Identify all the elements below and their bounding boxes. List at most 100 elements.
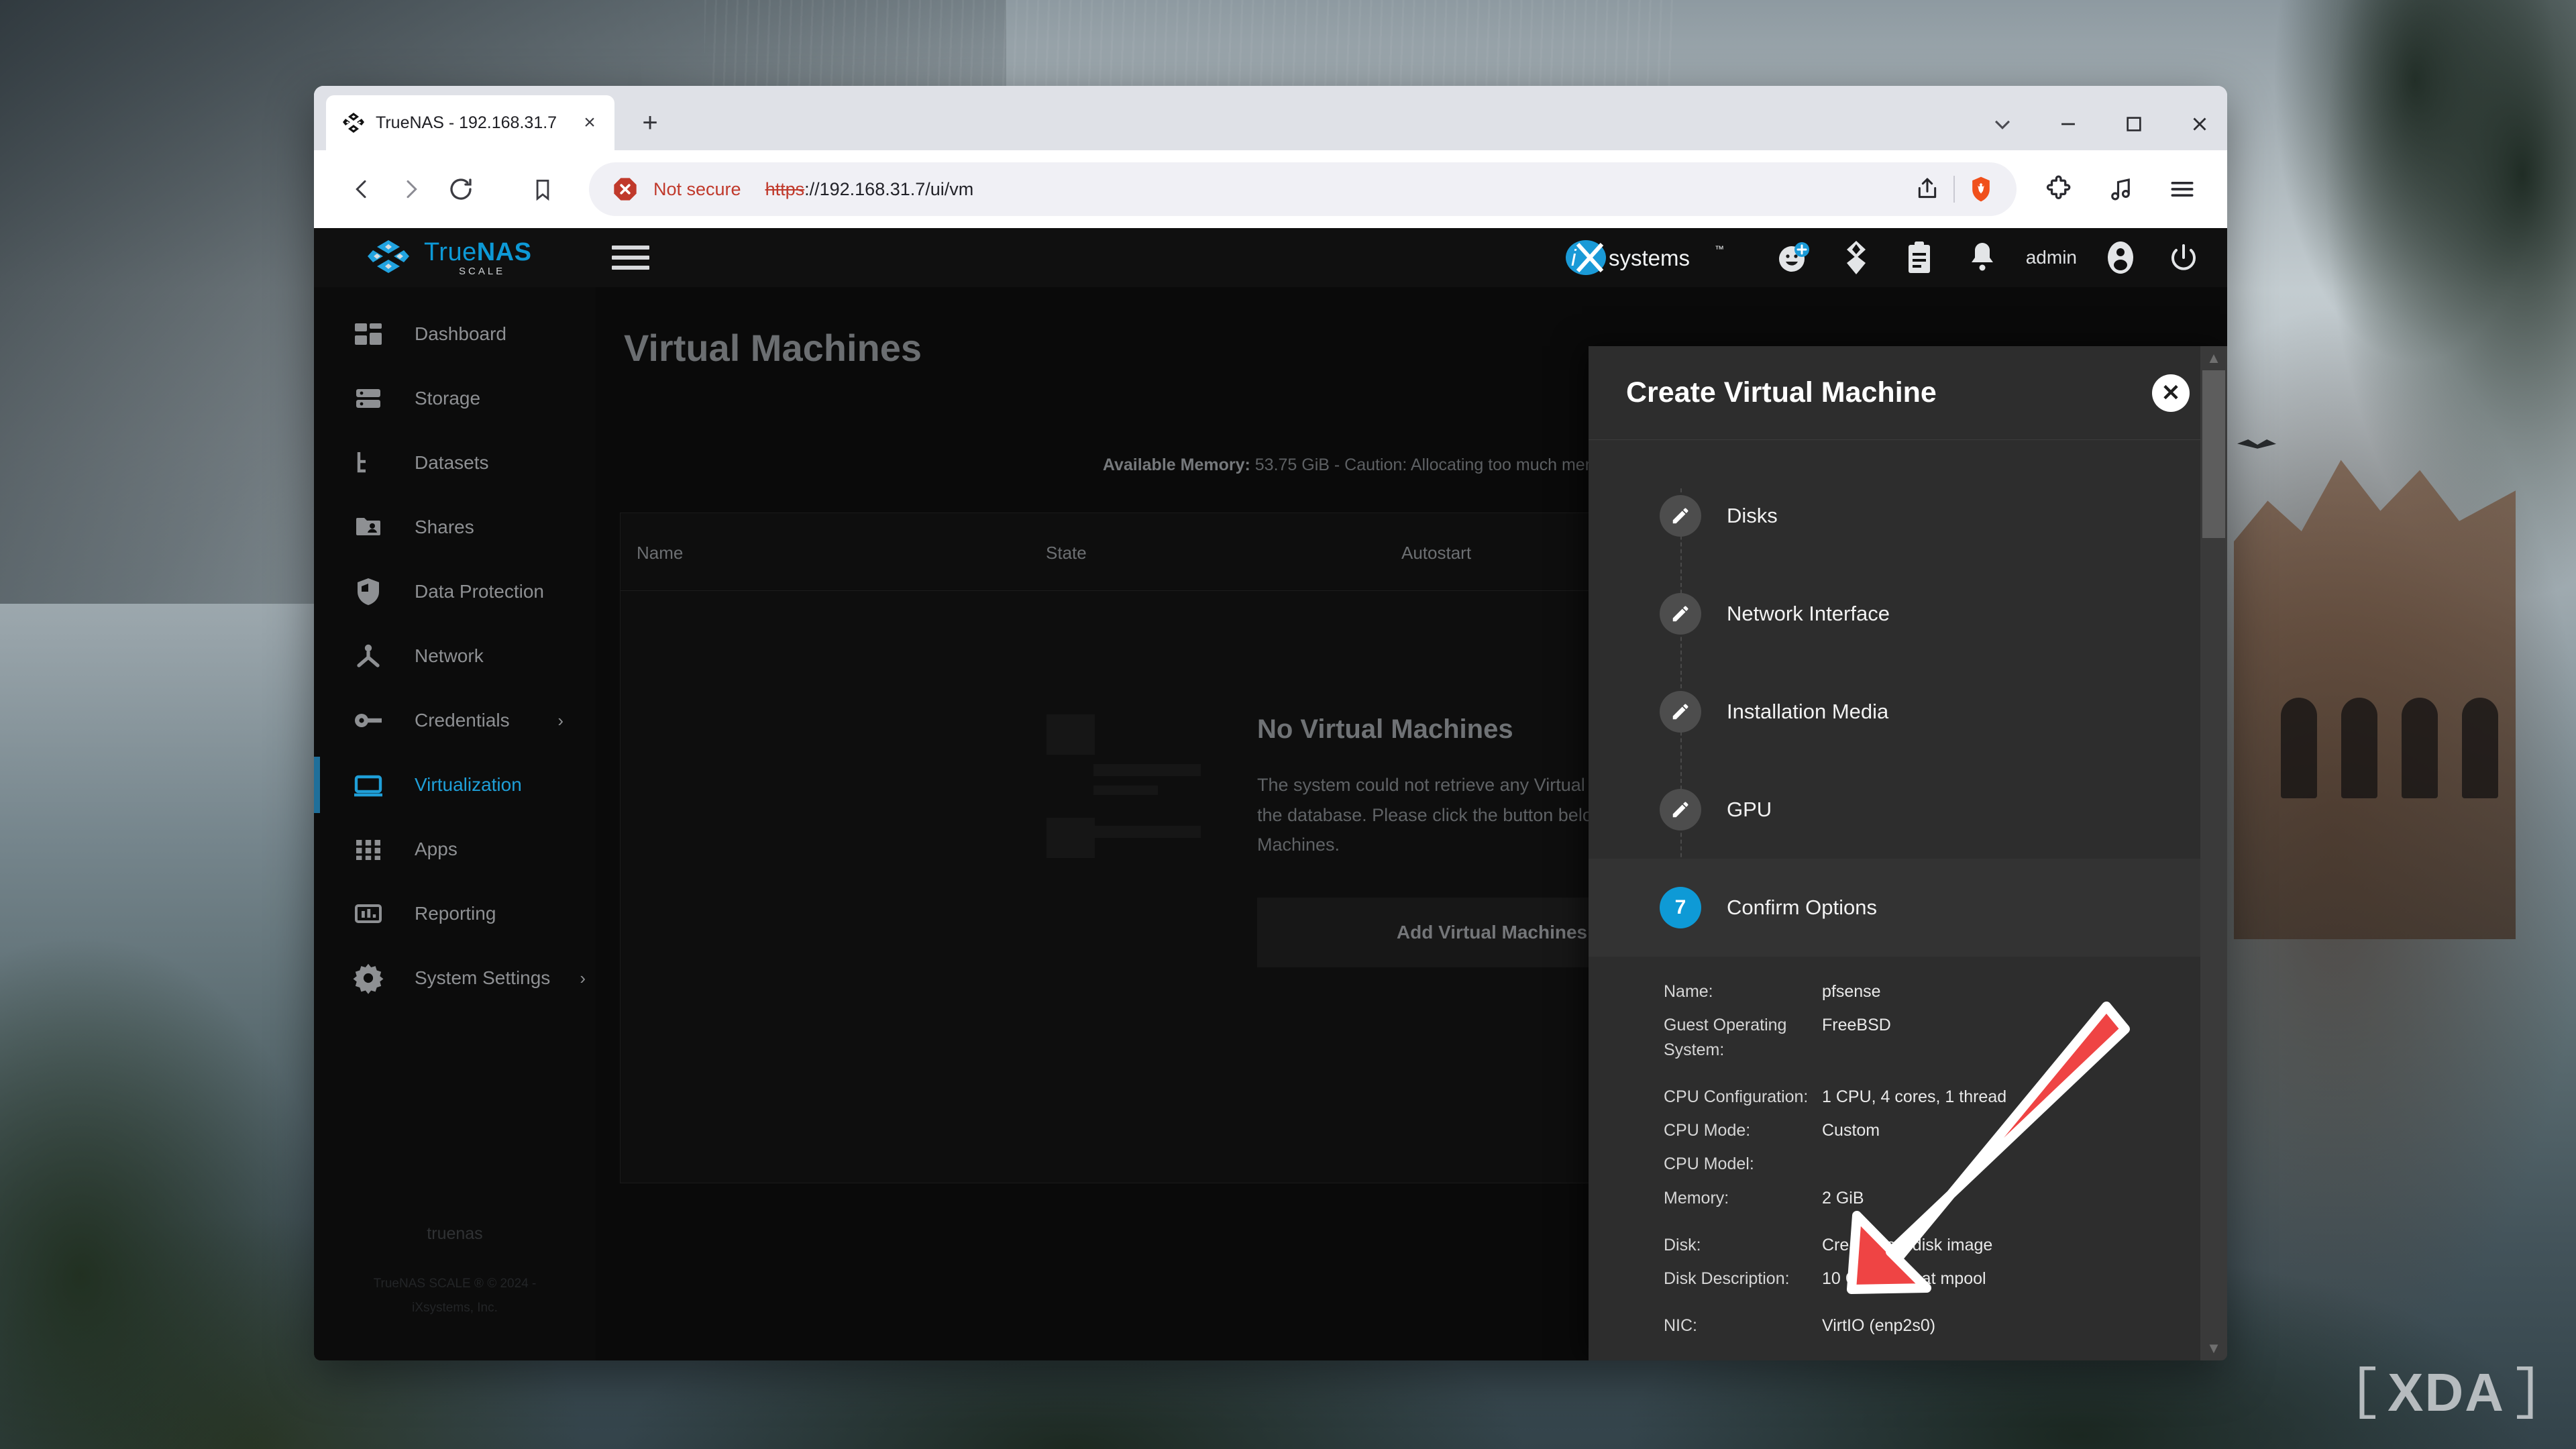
ixsystems-logo: i systems ™ xyxy=(1562,239,1729,276)
confirm-summary-list: Name: pfsense Guest Operating System: Fr… xyxy=(1589,957,2227,1360)
wizard-step-confirm-options[interactable]: 7 Confirm Options xyxy=(1589,859,2227,957)
wizard-step-disks[interactable]: Disks xyxy=(1589,467,2227,565)
create-vm-panel: Create Virtual Machine ✕ Disks Network I… xyxy=(1589,346,2227,1360)
wizard-step-gpu[interactable]: GPU xyxy=(1589,761,2227,859)
sidebar-item-credentials[interactable]: Credentials › xyxy=(314,688,596,753)
wizard-step-label: Confirm Options xyxy=(1727,896,1877,919)
window-controls xyxy=(1987,109,2215,140)
power-icon[interactable] xyxy=(2164,238,2203,277)
truenas-logo[interactable]: TrueNAS SCALE xyxy=(366,239,531,276)
summary-key: NIC: xyxy=(1664,1316,1697,1336)
truenas-leaf-icon[interactable] xyxy=(1837,238,1876,277)
empty-state-illustration-icon xyxy=(1016,714,1217,967)
panel-header: Create Virtual Machine ✕ xyxy=(1589,346,2227,440)
notifications-bell-icon[interactable] xyxy=(1963,238,2002,277)
column-header-name[interactable]: Name xyxy=(637,543,1046,564)
summary-row: Guest Operating System: FreeBSD xyxy=(1664,1013,2227,1062)
sidebar-item-dashboard[interactable]: Dashboard xyxy=(314,302,596,366)
company-label: iXsystems, Inc. xyxy=(412,1300,498,1315)
bookmark-icon[interactable] xyxy=(518,164,568,214)
sidebar-item-label: Network xyxy=(415,645,484,666)
truenas-header: TrueNAS SCALE i systems ™ admin xyxy=(314,228,2227,287)
gear-icon xyxy=(352,961,385,995)
summary-row: CPU Model: xyxy=(1664,1152,2227,1176)
pencil-icon xyxy=(1660,789,1701,830)
svg-text:systems: systems xyxy=(1609,246,1690,270)
tab-close-icon[interactable]: × xyxy=(578,111,601,134)
summary-row: CPU Mode: Custom xyxy=(1664,1118,2227,1142)
user-label: admin xyxy=(2025,247,2077,268)
tab-search-chevron-down-icon[interactable] xyxy=(1987,109,2018,140)
sidebar-item-virtualization[interactable]: Virtualization xyxy=(314,753,596,817)
scrollbar-thumb[interactable] xyxy=(2202,370,2225,538)
wizard-step-label: Disks xyxy=(1727,504,1778,527)
scrollbar-track[interactable] xyxy=(2200,370,2227,1336)
monitor-icon xyxy=(352,768,385,802)
window-close-icon[interactable] xyxy=(2184,109,2215,140)
bracket-right-icon xyxy=(2517,1366,2533,1419)
url-scheme: https xyxy=(765,178,805,199)
wallpaper-castle-arch xyxy=(2462,698,2498,798)
pencil-icon xyxy=(1660,593,1701,635)
sidebar-item-label: Datasets xyxy=(415,452,489,473)
sidebar-item-data-protection[interactable]: Data Protection xyxy=(314,559,596,624)
apps-grid-icon xyxy=(352,833,385,866)
pencil-icon xyxy=(1660,495,1701,537)
window-minimize-icon[interactable] xyxy=(2053,109,2084,140)
sidebar-item-shares[interactable]: Shares xyxy=(314,495,596,559)
sidebar-item-reporting[interactable]: Reporting xyxy=(314,881,596,946)
sidebar-toggle-button[interactable] xyxy=(612,239,650,276)
summary-value: pfsense xyxy=(1822,982,1881,1001)
extensions-puzzle-icon[interactable] xyxy=(2037,167,2081,211)
panel-scrollbar[interactable]: ▲ ▼ xyxy=(2200,346,2227,1360)
jobs-clipboard-icon[interactable] xyxy=(1900,238,1939,277)
column-header-state[interactable]: State xyxy=(1046,543,1401,564)
music-note-icon[interactable] xyxy=(2098,167,2143,211)
sidebar-item-label: Apps xyxy=(415,839,458,859)
logo-word-true: True xyxy=(424,237,477,266)
summary-value: 1 CPU, 4 cores, 1 thread xyxy=(1822,1087,2007,1106)
forward-button[interactable] xyxy=(386,164,436,214)
sidebar-footer: truenas TrueNAS SCALE ® © 2024 - iXsyste… xyxy=(314,1224,596,1360)
back-button[interactable] xyxy=(337,164,386,214)
datasets-icon xyxy=(352,446,385,480)
address-bar[interactable]: Not secure https://192.168.31.7/ui/vm xyxy=(589,162,2017,216)
chevron-right-icon: › xyxy=(580,967,586,988)
hamburger-bar xyxy=(612,266,650,270)
truenas-logo-icon xyxy=(366,239,411,276)
logo-word-nas: NAS xyxy=(476,237,532,266)
column-header-autostart[interactable]: Autostart xyxy=(1401,543,1471,564)
summary-value: Custom xyxy=(1822,1121,1880,1140)
summary-value: 2 GiB xyxy=(1822,1188,1864,1208)
sidebar-item-storage[interactable]: Storage xyxy=(314,366,596,431)
share-icon[interactable] xyxy=(1907,168,1948,210)
step-number-badge: 7 xyxy=(1660,887,1701,928)
panel-title: Create Virtual Machine xyxy=(1626,376,1937,409)
feedback-smiley-icon[interactable] xyxy=(1774,238,1813,277)
user-avatar-icon[interactable] xyxy=(2101,238,2140,277)
sidebar-item-label: Storage xyxy=(415,388,481,409)
hamburger-menu-icon[interactable] xyxy=(2160,167,2204,211)
summary-row: Memory: 2 GiB xyxy=(1664,1186,2227,1210)
wizard-step-label: Installation Media xyxy=(1727,700,1889,723)
sidebar-item-label: System Settings xyxy=(415,967,551,988)
summary-key: CPU Configuration: xyxy=(1664,1087,1809,1106)
window-maximize-icon[interactable] xyxy=(2118,109,2149,140)
brave-shield-icon[interactable] xyxy=(1960,168,2002,210)
sidebar-item-datasets[interactable]: Datasets xyxy=(314,431,596,495)
reload-button[interactable] xyxy=(436,164,486,214)
close-icon[interactable]: ✕ xyxy=(2152,374,2190,412)
scroll-up-arrow-icon[interactable]: ▲ xyxy=(2206,346,2221,370)
sidebar-item-apps[interactable]: Apps xyxy=(314,817,596,881)
scroll-down-arrow-icon[interactable]: ▼ xyxy=(2206,1336,2221,1360)
omnibox-actions xyxy=(1907,168,2002,210)
sidebar-item-network[interactable]: Network xyxy=(314,624,596,688)
panel-content: Disks Network Interface Installation Med… xyxy=(1589,440,2227,1360)
wizard-step-network-interface[interactable]: Network Interface xyxy=(1589,565,2227,663)
new-tab-button[interactable]: + xyxy=(627,99,674,146)
summary-row: Disk: Create new disk image xyxy=(1664,1233,2227,1257)
browser-tab[interactable]: TrueNAS - 192.168.31.7 × xyxy=(326,95,614,150)
sidebar-item-system-settings[interactable]: System Settings › xyxy=(314,946,596,1010)
available-memory-label: Available Memory: xyxy=(1102,455,1250,474)
wizard-step-installation-media[interactable]: Installation Media xyxy=(1589,663,2227,761)
